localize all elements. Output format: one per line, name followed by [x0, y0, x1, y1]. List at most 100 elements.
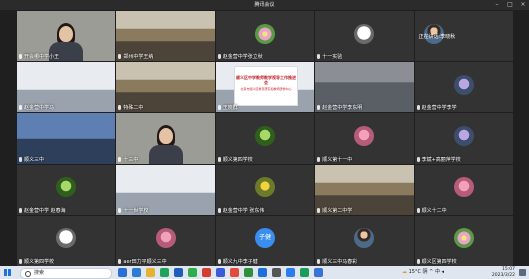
- weather-icon[interactable]: ☁: [402, 269, 407, 275]
- file-explorer-icon[interactable]: [146, 268, 155, 277]
- taskbar-search[interactable]: 搜索: [20, 268, 112, 279]
- powerpoint-icon[interactable]: [230, 268, 239, 277]
- windows-start-icon[interactable]: [4, 269, 11, 276]
- participant-tile[interactable]: 李斌+高丽萍学校: [414, 113, 513, 164]
- participant-name: 赵金营中学张立秋: [222, 54, 263, 61]
- volume-icon[interactable]: ◂: [442, 269, 445, 275]
- participant-tile[interactable]: 正在讲话:李晓秋: [414, 11, 513, 62]
- mic-icon: [217, 54, 221, 60]
- participant-tile[interactable]: 顺义区第四学校: [414, 215, 513, 266]
- participant-tile[interactable]: 顺义区中学教师教学视导工作推进会 北京市顺义区教育研究和教师研修中心 王晓群: [215, 62, 315, 113]
- avatar: [254, 177, 275, 198]
- avatar-text: 子健: [254, 228, 275, 249]
- mic-icon: [217, 105, 221, 111]
- participant-tile[interactable]: 赵金营中学马: [17, 62, 116, 113]
- mic-icon: [416, 105, 420, 111]
- mic-icon: [317, 54, 321, 60]
- mic-icon: [118, 156, 122, 162]
- app-icon[interactable]: [272, 268, 281, 277]
- task-view-icon[interactable]: [118, 268, 127, 277]
- participant-tile[interactable]: 赵金营中学李东明: [315, 62, 414, 113]
- maximize-icon[interactable]: □: [504, 0, 516, 10]
- app-icon[interactable]: [244, 268, 253, 277]
- avatar: [354, 125, 375, 146]
- word-icon[interactable]: [258, 268, 267, 277]
- participant-tile[interactable]: 赵金营中学李学: [414, 62, 513, 113]
- mic-icon: [317, 259, 321, 264]
- participant-name: 顺义三中马春彩: [322, 259, 358, 265]
- participant-tile[interactable]: 子健 顺义九中李子健: [215, 215, 315, 266]
- avatar: [453, 74, 474, 95]
- participant-name: 十三中: [123, 156, 139, 163]
- participant-tile[interactable]: 十一实验: [315, 11, 414, 62]
- tencent-meeting-icon[interactable]: [286, 268, 295, 277]
- participant-name: 赵金营中学 张东伟: [222, 207, 265, 214]
- window-title: 腾讯会议: [254, 2, 275, 8]
- mic-icon: [317, 156, 321, 162]
- edge-icon[interactable]: [132, 268, 141, 277]
- participant-name: 开会哪中学小王: [24, 54, 60, 61]
- participant-name: 顺义第四学校: [24, 259, 55, 265]
- chevron-up-icon[interactable]: ^: [429, 269, 433, 275]
- app-icon[interactable]: [216, 268, 225, 277]
- participant-tile[interactable]: 特殊二中: [116, 62, 215, 113]
- participant-tile[interactable]: 顺义第四学校: [215, 113, 315, 164]
- mic-icon: [317, 105, 321, 111]
- participant-tile[interactable]: aer田力平顺义三中: [116, 215, 215, 266]
- participant-name: 赵金营中学李东明: [322, 105, 363, 112]
- video-grid: 开会哪中学小王 郑州中学王纳 赵金营中学张立秋 十一实验 正在讲话:李晓秋 赵金…: [17, 11, 513, 266]
- taskbar-clock[interactable]: 15:07 2023/3/22: [492, 267, 515, 278]
- participant-name: 顺义区第四学校: [421, 259, 457, 265]
- search-icon: [25, 271, 31, 277]
- participant-tile[interactable]: 十一世学校: [116, 164, 215, 215]
- participant-name: 李斌+高丽萍学校: [421, 156, 461, 163]
- slide-title: 顺义区中学教师教学视导工作推进会: [235, 75, 296, 86]
- mic-icon: [118, 54, 122, 60]
- app-icon[interactable]: [300, 268, 309, 277]
- speaking-indicator: 正在讲话:李晓秋: [418, 34, 456, 40]
- app-icon[interactable]: [314, 268, 323, 277]
- wechat-icon[interactable]: [188, 268, 197, 277]
- participant-name: 赵金营中学李学: [421, 105, 457, 112]
- close-icon[interactable]: ×: [517, 0, 529, 10]
- participant-tile[interactable]: 十三中: [116, 113, 215, 164]
- app-icon[interactable]: [174, 268, 183, 277]
- app-icon[interactable]: [202, 268, 211, 277]
- mic-icon: [19, 105, 22, 111]
- participant-tile[interactable]: 顺义十二中: [414, 164, 513, 215]
- notification-icon[interactable]: [519, 269, 526, 276]
- participant-tile[interactable]: 顺义第十一中: [315, 113, 414, 164]
- avatar: [453, 228, 474, 249]
- mic-icon: [217, 259, 221, 264]
- participant-tile[interactable]: 顺义第四学校: [17, 215, 116, 266]
- participant-tile[interactable]: 赵金营中学 张东伟: [215, 164, 315, 215]
- minimize-icon[interactable]: –: [491, 0, 503, 10]
- slide-subtitle: 北京市顺义区教育研究和教师研修中心: [240, 87, 292, 92]
- avatar: [56, 177, 77, 198]
- weather-text[interactable]: 15°C 阴: [409, 269, 428, 275]
- mic-icon: [19, 156, 22, 162]
- ime-indicator[interactable]: 中: [435, 269, 440, 275]
- participant-tile[interactable]: 郑州中学王纳: [116, 11, 215, 62]
- mic-icon: [118, 207, 122, 213]
- avatar: [254, 125, 275, 146]
- participant-tile[interactable]: 赵金营中学 赵春海: [17, 164, 116, 215]
- mic-icon: [416, 156, 420, 162]
- avatar: [56, 228, 77, 249]
- participant-tile[interactable]: 赵金营中学张立秋: [215, 11, 315, 62]
- participant-tile[interactable]: 顺义第二中学: [315, 164, 414, 215]
- avatar: [354, 228, 375, 249]
- mic-icon: [118, 105, 122, 111]
- participant-tile[interactable]: 顺义三中马春彩: [315, 215, 414, 266]
- window-titlebar: 腾讯会议 – □ ×: [0, 0, 529, 10]
- app-icon[interactable]: [160, 268, 169, 277]
- participant-tile[interactable]: 顺义三中: [17, 113, 116, 164]
- mic-icon: [416, 207, 420, 213]
- mic-icon: [317, 207, 321, 213]
- participant-tile[interactable]: 开会哪中学小王: [17, 11, 116, 62]
- participant-name: 顺义第四学校: [222, 156, 253, 163]
- participant-name: 赵金营中学马: [24, 105, 55, 112]
- mic-icon: [217, 156, 221, 162]
- shared-slide: 顺义区中学教师教学视导工作推进会 北京市顺义区教育研究和教师研修中心: [233, 66, 299, 107]
- participant-name: 郑州中学王纳: [123, 54, 154, 61]
